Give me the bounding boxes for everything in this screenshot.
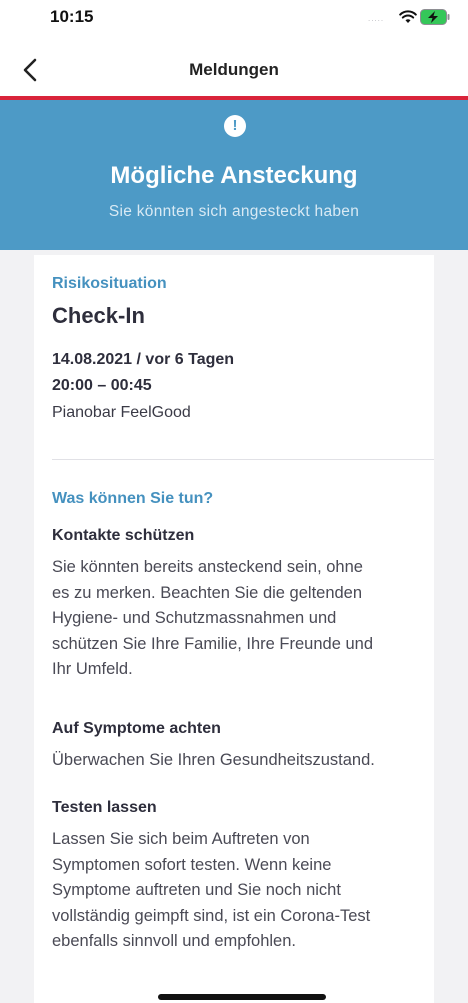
action-text-get-tested: Lassen Sie sich beim Auftreten von Sympt… xyxy=(52,827,428,955)
exposure-banner: ! Mögliche Ansteckung Sie könnten sich a… xyxy=(0,100,468,250)
action-text-protect-contacts: Sie könnten bereits ansteckend sein, ohn… xyxy=(52,555,428,683)
divider xyxy=(52,459,434,460)
signal-strength-icon: ..... xyxy=(368,14,385,23)
text-line: Lassen Sie sich beim Auftreten von xyxy=(52,830,310,848)
checkin-date: 14.08.2021 / vor 6 Tagen xyxy=(52,351,235,368)
risk-situation-label: Risikosituation xyxy=(52,275,167,292)
text-line: Symptomen sofort testen. Wenn keine xyxy=(52,855,332,874)
navigation-bar: Meldungen xyxy=(0,44,468,96)
banner-title: Mögliche Ansteckung xyxy=(110,162,358,189)
action-title-get-tested: Testen lassen xyxy=(52,799,157,816)
banner-subtitle: Sie könnten sich angesteckt haben xyxy=(108,203,360,220)
text-line: Symptome auftreten und Sie noch nicht xyxy=(52,881,341,899)
home-indicator xyxy=(158,994,326,1000)
actions-heading: Was können Sie tun? xyxy=(52,490,214,507)
wifi-icon xyxy=(399,10,417,23)
action-title-protect-contacts: Kontakte schützen xyxy=(52,527,195,544)
check-in-title: Check-In xyxy=(52,303,145,328)
page-title: Meldungen xyxy=(189,60,279,79)
status-bar: 10:15 ..... xyxy=(0,0,468,44)
text-line: es zu merken. Beachten Sie die geltenden xyxy=(52,583,363,602)
battery-charging-icon xyxy=(420,9,450,25)
text-line: Überwachen Sie Ihren Gesundheitszustand. xyxy=(52,751,375,769)
text-line: Ihr Umfeld. xyxy=(52,660,133,678)
text-line: ebenfalls sinnvoll und empfohlen. xyxy=(52,932,296,950)
text-line: Hygiene- und Schutzmassnahmen und xyxy=(52,609,337,627)
text-line: Sie könnten bereits ansteckend sein, ohn… xyxy=(52,558,363,576)
status-time: 10:15 xyxy=(50,7,94,26)
venue-name: Pianobar FeelGood xyxy=(52,404,191,421)
app-screen: 10:15 ..... Meldungen ! Mögliche Ansteck… xyxy=(0,0,468,1003)
details-card: Risikosituation Check-In 14.08.2021 / vo… xyxy=(34,255,434,1003)
checkin-time-range: 20:00 – 00:45 xyxy=(52,377,152,394)
action-title-watch-symptoms: Auf Symptome achten xyxy=(52,720,221,737)
action-text-watch-symptoms: Überwachen Sie Ihren Gesundheitszustand. xyxy=(52,748,428,774)
exclamation-icon: ! xyxy=(224,115,246,137)
text-line: schützen Sie Ihre Familie, Ihre Freunde … xyxy=(52,634,374,653)
text-line: vollständig geimpft sind, ist ein Corona… xyxy=(52,906,371,925)
